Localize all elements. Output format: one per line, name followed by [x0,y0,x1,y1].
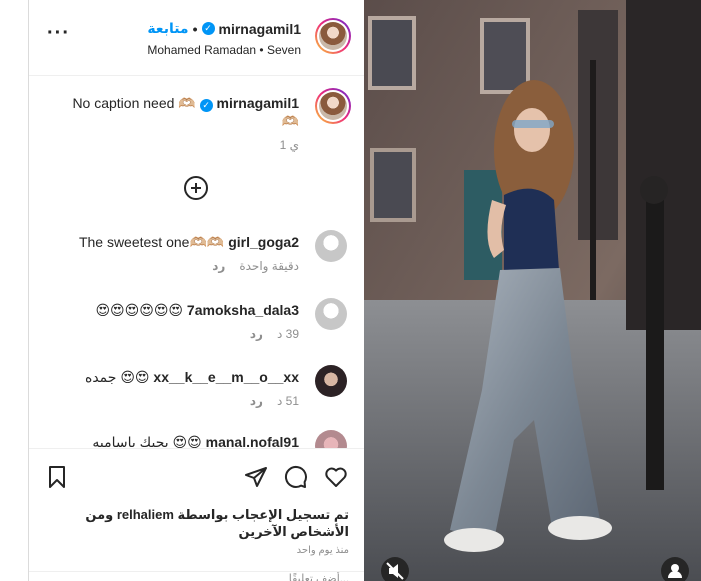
comment-avatar[interactable] [315,230,347,262]
audio-label[interactable]: Mohamed Ramadan • Seven [147,43,301,57]
add-comment-input[interactable]: أضف تعليقًا... [29,571,364,581]
caption-avatar[interactable] [315,88,351,124]
comment-meta: 39 د رد [250,327,299,341]
more-options-icon[interactable]: ··· [47,22,70,45]
caption-text: No caption need 🫶🏼 ✓ mirnagamil1 🫶🏼 [49,94,299,130]
tagged-users-icon[interactable] [661,557,689,581]
reply-button[interactable]: رد [250,394,263,408]
posted-time: منذ يوم واحد [296,545,349,556]
follow-button[interactable]: متابعة [147,20,188,37]
comment-time: 39 د [276,327,299,341]
comment-username[interactable]: xx__k__e__m__o__xx [153,369,299,385]
header-avatar[interactable] [315,18,351,54]
separator-dot: • [192,20,198,37]
post-header: ··· متابعة • ✓ mirnagamil1 Mohamed Ramad… [29,0,364,76]
like-heart-icon[interactable] [324,465,348,489]
verified-badge-icon: ✓ [199,99,213,112]
post-caption: No caption need 🫶🏼 ✓ mirnagamil1 🫶🏼 1 ي [29,76,364,200]
caption-body: No caption need 🫶🏼 [72,95,196,111]
post-photo[interactable] [364,0,701,581]
comment-row: The sweetest one🫶🏼🫶🏼 girl_goga2 دقيقة وا… [29,230,364,296]
liked-by-text[interactable]: تم تسجيل الإعجاب بواسطة relhaliem ومن ال… [49,506,349,540]
comment-icon[interactable] [284,465,308,489]
comment-meta: دقيقة واحدة رد [212,259,299,273]
header-username-row: متابعة • ✓ mirnagamil1 [147,20,301,37]
comment-username[interactable]: girl_goga2 [228,234,299,250]
photo-scene [364,0,701,581]
reply-button[interactable]: رد [250,327,263,341]
post-actions: تم تسجيل الإعجاب بواسطة relhaliem ومن ال… [29,448,364,581]
load-more-comments-icon[interactable] [184,176,208,200]
caption-username[interactable]: mirnagamil1 [217,95,299,111]
mute-audio-icon[interactable] [381,557,409,581]
comment-body: 😍😍😍😍😍😍 [95,302,184,318]
reply-button[interactable]: رد [212,259,225,273]
comment-body: جمده 😍😍 [85,369,150,385]
caption-extra: 🫶🏼 [281,113,299,129]
comment-text: 😍😍😍😍😍😍 7amoksha_dala3 [49,302,299,319]
comment-row: جمده 😍😍 xx__k__e__m__o__xx 51 د رد [29,365,364,431]
comment-time: دقيقة واحدة [239,259,299,273]
comment-text: جمده 😍😍 xx__k__e__m__o__xx [49,369,299,386]
verified-badge-icon: ✓ [201,22,215,35]
comment-avatar[interactable] [315,365,347,397]
share-icon[interactable] [244,465,268,489]
bookmark-icon[interactable] [45,465,69,489]
comment-text: The sweetest one🫶🏼🫶🏼 girl_goga2 [49,234,299,251]
comment-row: 😍😍😍😍😍😍 7amoksha_dala3 39 د رد [29,298,364,364]
comment-body: The sweetest one🫶🏼🫶🏼 [78,234,225,250]
comment-meta: 51 د رد [250,394,299,408]
comment-username[interactable]: 7amoksha_dala3 [187,302,299,318]
header-username[interactable]: mirnagamil1 [219,21,301,37]
caption-time: 1 ي [279,138,299,152]
comment-time: 51 د [276,394,299,408]
post-side-panel: ··· متابعة • ✓ mirnagamil1 Mohamed Ramad… [28,0,364,581]
comment-avatar[interactable] [315,298,347,330]
